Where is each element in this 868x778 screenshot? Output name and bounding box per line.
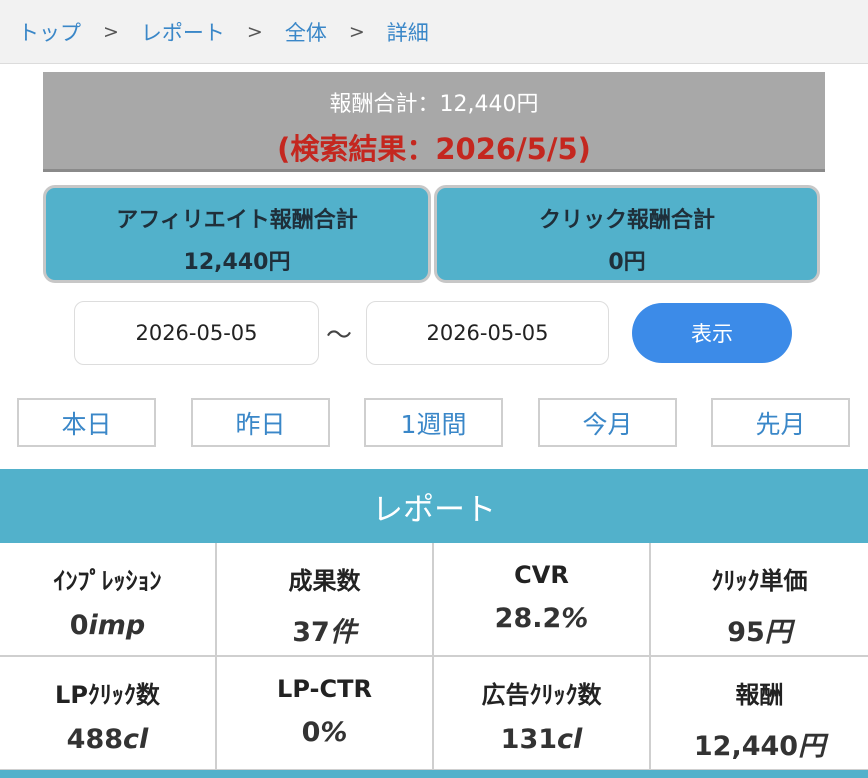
affiliate-reward-label: アフィリエイト報酬合計: [116, 208, 358, 233]
breadcrumb-top[interactable]: トップ: [18, 17, 81, 47]
breadcrumb: トップ > レポート > 全体 > 詳細: [0, 0, 868, 64]
preset-this-month-button[interactable]: 今月: [538, 398, 677, 447]
end-date-input[interactable]: [366, 301, 609, 365]
metric-value: 95円: [727, 617, 792, 648]
affiliate-reward-value: 12,440円: [183, 250, 291, 275]
preset-week-button[interactable]: 1週間: [364, 398, 503, 447]
metric-label: ｲﾝﾌﾟﾚｯｼｮﾝ: [53, 567, 162, 595]
metric-value: 488cl: [66, 724, 149, 755]
click-reward-value: 0円: [608, 250, 646, 275]
start-date-input[interactable]: [74, 301, 319, 365]
breadcrumb-report[interactable]: レポート: [141, 17, 225, 47]
metric-label: LP-CTR: [277, 675, 372, 703]
breadcrumb-separator: >: [348, 20, 365, 43]
breadcrumb-separator: >: [103, 20, 119, 43]
breadcrumb-separator: >: [246, 20, 263, 43]
preset-last-month-button[interactable]: 先月: [711, 398, 850, 447]
metric-value: 131cl: [500, 724, 583, 755]
metric-ad-clicks: 広告ｸﾘｯｸ数 131cl: [434, 657, 651, 771]
metric-impressions: ｲﾝﾌﾟﾚｯｼｮﾝ 0imp: [0, 543, 217, 657]
show-button[interactable]: 表示: [632, 303, 792, 363]
preset-today-button[interactable]: 本日: [17, 398, 156, 447]
metric-reward: 報酬 12,440円: [651, 657, 868, 771]
bottom-accent-bar: [0, 770, 868, 778]
metric-label: LPｸﾘｯｸ数: [55, 681, 160, 709]
metric-value: 12,440円: [693, 731, 826, 762]
metric-label: ｸﾘｯｸ単価: [711, 567, 808, 595]
click-reward-label: クリック報酬合計: [538, 208, 715, 233]
metric-label: 広告ｸﾘｯｸ数: [481, 681, 602, 709]
metric-conversions: 成果数 37件: [217, 543, 434, 657]
metric-cost-per-click: ｸﾘｯｸ単価 95円: [651, 543, 868, 657]
click-reward-card: クリック報酬合計 0円: [434, 185, 820, 283]
search-result-date: (検索結果：2026/5/5): [277, 132, 591, 166]
breadcrumb-detail[interactable]: 詳細: [387, 17, 429, 47]
metric-lp-clicks: LPｸﾘｯｸ数 488cl: [0, 657, 217, 771]
affiliate-reward-card: アフィリエイト報酬合計 12,440円: [43, 185, 431, 283]
metric-value: 28.2%: [494, 603, 589, 634]
preset-yesterday-button[interactable]: 昨日: [191, 398, 330, 447]
reward-summary-banner: 報酬合計：12,440円 (検索結果：2026/5/5): [43, 72, 825, 172]
breadcrumb-all[interactable]: 全体: [285, 17, 327, 47]
report-section-title: レポート: [0, 469, 868, 543]
metric-label: 報酬: [735, 681, 784, 709]
metric-lp-ctr: LP-CTR 0%: [217, 657, 434, 771]
metric-label: 成果数: [288, 567, 361, 595]
reward-total-text: 報酬合計：12,440円: [329, 92, 539, 117]
metric-value: 0imp: [69, 610, 146, 641]
metric-cvr: CVR 28.2%: [434, 543, 651, 657]
date-range-separator: 〜: [326, 321, 353, 351]
metric-label: CVR: [514, 561, 569, 589]
metric-value: 37件: [292, 617, 357, 648]
metric-value: 0%: [301, 717, 348, 748]
